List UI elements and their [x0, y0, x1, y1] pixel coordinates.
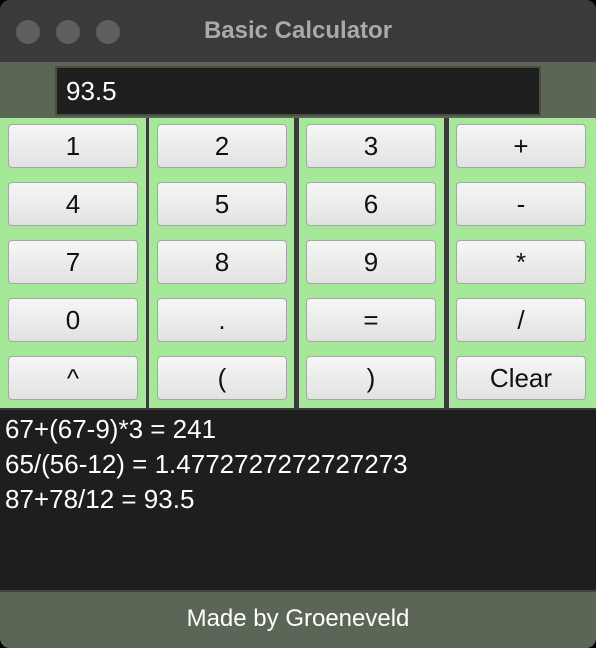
- keypad-column-3: 3 6 9 = ): [299, 118, 444, 408]
- key-5[interactable]: 5: [157, 182, 287, 226]
- title-bar: Basic Calculator: [0, 0, 596, 62]
- key-2[interactable]: 2: [157, 124, 287, 168]
- keypad-column-2: 2 5 8 . (: [149, 118, 294, 408]
- key-3[interactable]: 3: [306, 124, 436, 168]
- key-equals[interactable]: =: [306, 298, 436, 342]
- display-field[interactable]: 93.5: [55, 66, 541, 116]
- history-entry: 87+78/12 = 93.5: [5, 484, 195, 514]
- history-log: 67+(67-9)*3 = 241 65/(56-12) = 1.4772727…: [0, 410, 596, 590]
- key-open-paren[interactable]: (: [157, 356, 287, 400]
- key-divide[interactable]: /: [456, 298, 586, 342]
- key-close-paren[interactable]: ): [306, 356, 436, 400]
- key-plus[interactable]: +: [456, 124, 586, 168]
- key-4[interactable]: 4: [8, 182, 138, 226]
- keypad: 1 4 7 0 ^ 2 5 8 . ( 3 6 9 = ) + - * / Cl…: [0, 118, 596, 410]
- key-0[interactable]: 0: [8, 298, 138, 342]
- key-1[interactable]: 1: [8, 124, 138, 168]
- key-minus[interactable]: -: [456, 182, 586, 226]
- key-power[interactable]: ^: [8, 356, 138, 400]
- key-multiply[interactable]: *: [456, 240, 586, 284]
- display-area: 93.5: [0, 62, 596, 118]
- keypad-column-1: 1 4 7 0 ^: [0, 118, 146, 408]
- key-8[interactable]: 8: [157, 240, 287, 284]
- clear-button[interactable]: Clear: [456, 356, 586, 400]
- keypad-column-4: + - * / Clear: [449, 118, 596, 408]
- key-9[interactable]: 9: [306, 240, 436, 284]
- calculator-window: Basic Calculator 93.5 1 4 7 0 ^ 2 5 8 . …: [0, 0, 596, 648]
- history-entry: 67+(67-9)*3 = 241: [5, 414, 217, 444]
- history-entry: 65/(56-12) = 1.4772727272727273: [5, 449, 408, 479]
- window-title: Basic Calculator: [203, 17, 393, 44]
- footer-credit: Made by Groeneveld: [0, 590, 596, 648]
- key-decimal[interactable]: .: [157, 298, 287, 342]
- key-6[interactable]: 6: [306, 182, 436, 226]
- key-7[interactable]: 7: [8, 240, 138, 284]
